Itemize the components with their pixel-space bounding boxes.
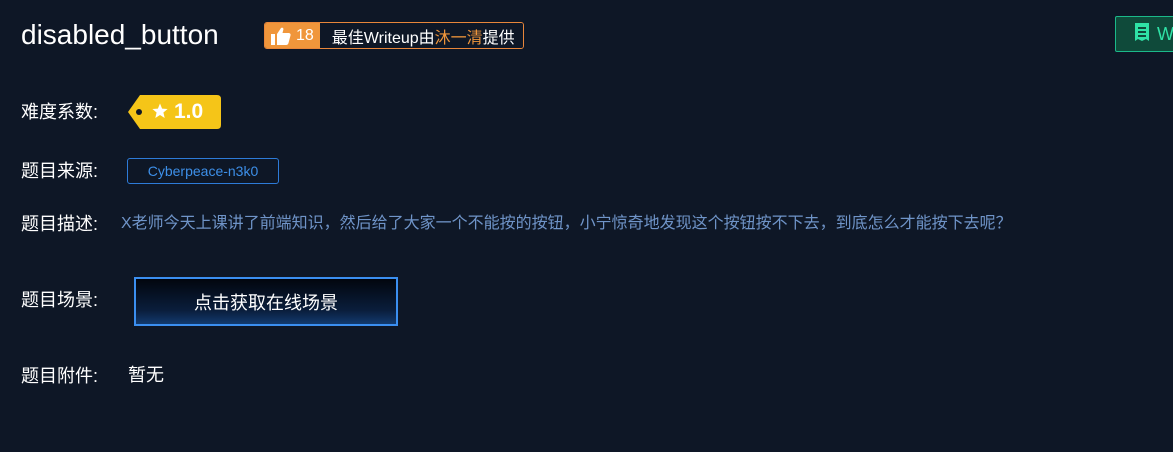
writeup-like-badge[interactable]: 18 最佳Writeup由 沐一清 提供 xyxy=(264,22,524,49)
like-counter[interactable]: 18 xyxy=(265,23,320,48)
difficulty-value: 1.0 xyxy=(174,100,204,123)
thumbs-up-icon xyxy=(271,27,291,45)
difficulty-tag: 1.0 xyxy=(128,95,221,129)
description-text: X老师今天上课讲了前端知识，然后给了大家一个不能按的按钮，小宁惊奇地发现这个按钮… xyxy=(121,215,1012,232)
document-icon xyxy=(1134,22,1150,47)
challenge-detail-page: disabled_button 18 最佳Writeup由 沐一清 提供 W 难… xyxy=(0,0,1173,452)
writeup-button-label: W xyxy=(1157,23,1173,44)
writeup-author-link[interactable]: 沐一清 xyxy=(435,24,483,48)
writeup-prefix: 最佳Writeup由 xyxy=(331,29,435,47)
description-label: 题目描述: xyxy=(21,214,99,234)
source-tag[interactable]: Cyberpeace-n3k0 xyxy=(127,158,279,184)
difficulty-label: 难度系数: xyxy=(21,102,99,122)
challenge-title: disabled_button xyxy=(21,19,219,50)
like-count: 18 xyxy=(296,26,314,44)
get-online-scene-button[interactable]: 点击获取在线场景 xyxy=(134,277,398,326)
scene-label: 题目场景: xyxy=(21,290,99,310)
attachment-value: 暂无 xyxy=(128,365,164,385)
best-writeup-info[interactable]: 最佳Writeup由 沐一清 提供 xyxy=(319,23,523,48)
attachment-label: 题目附件: xyxy=(21,366,99,386)
writeup-button[interactable]: W xyxy=(1115,16,1173,52)
source-label: 题目来源: xyxy=(21,161,99,181)
writeup-suffix: 提供 xyxy=(482,29,515,47)
